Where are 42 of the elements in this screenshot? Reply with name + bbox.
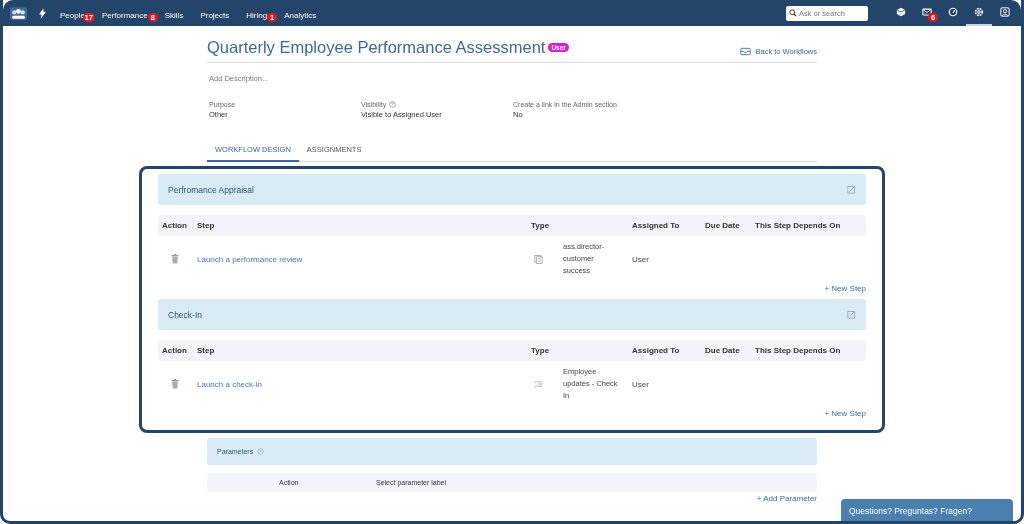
settings-icon[interactable] — [974, 7, 984, 17]
column-header: Type — [531, 346, 551, 355]
user-icon[interactable] — [1000, 7, 1010, 17]
trash-icon[interactable] — [171, 379, 179, 389]
column-header: Due Date — [705, 346, 741, 355]
step-link[interactable]: Launch a check-in — [197, 379, 531, 389]
nav-link[interactable]: People — [60, 11, 85, 20]
column-header: Assigned To — [632, 346, 681, 355]
column-header: Step — [197, 221, 216, 230]
column-header: Action — [161, 346, 188, 355]
search-icon — [789, 9, 797, 17]
team-logo-icon[interactable] — [10, 6, 27, 20]
trash-icon[interactable] — [171, 254, 179, 264]
checklist-icon — [534, 380, 543, 389]
gauge-icon[interactable] — [948, 7, 958, 17]
step-link[interactable]: Launch a performance review — [197, 254, 531, 264]
page-title: Quarterly Employee Performance Assessment — [207, 37, 546, 57]
column-header: Due Date — [705, 221, 741, 230]
section-title: Check-In — [168, 309, 202, 320]
nav-link[interactable]: Hiring — [246, 11, 268, 20]
column-header: Type — [531, 221, 551, 230]
nav-link[interactable]: Performance — [101, 11, 148, 20]
inbox-tray-icon — [740, 46, 752, 56]
assignee: User — [632, 379, 650, 389]
column-header: Assigned To — [632, 221, 681, 230]
help-chat-button[interactable]: Questions? Preguntas? Fragen? — [841, 499, 1013, 521]
column-header: This Step Depends On — [755, 221, 842, 230]
new-step-link[interactable]: + New Step — [824, 283, 866, 293]
assignee: User — [632, 254, 650, 264]
section-title: Perfromance Appraisal — [168, 184, 254, 195]
column-header: Action — [161, 221, 188, 230]
lightning-icon[interactable] — [39, 7, 46, 19]
document-icon — [534, 255, 543, 264]
add-parameter-link[interactable]: + Add Parameter — [756, 493, 817, 503]
new-step-link[interactable]: + New Step — [824, 408, 866, 418]
nav-link[interactable]: Analytics — [284, 11, 317, 20]
column-header: This Step Depends On — [755, 346, 842, 355]
mail-icon[interactable] — [922, 7, 932, 17]
column-header: Step — [197, 346, 216, 355]
nav-link[interactable]: Projects — [200, 11, 230, 20]
cube-icon[interactable] — [896, 7, 906, 17]
nav-link[interactable]: Skills — [164, 11, 184, 20]
